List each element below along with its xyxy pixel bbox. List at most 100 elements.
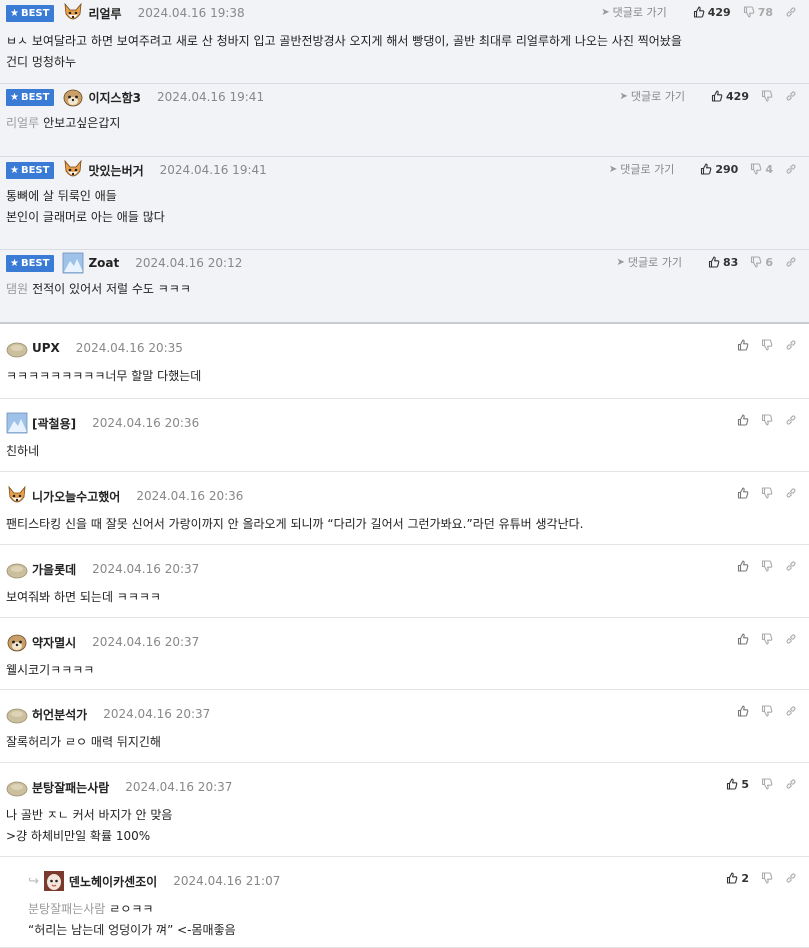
share-link-button[interactable] [785,872,797,884]
comment-meta: 약자멸시 2024.04.16 20:37 [6,631,199,653]
share-link-button[interactable] [785,560,797,572]
nickname[interactable]: 리얼루 [88,5,121,22]
nickname[interactable]: 덴노헤이카센조이 [69,873,157,890]
comment: 분탕잘패는사람 2024.04.16 20:37 5 나 골반 ㅈㄴ 커서 바지가 안… [0,763,809,857]
comment-meta: 허언분석가 2024.04.16 20:37 [6,703,210,725]
comment-text: 나 골반 ㅈㄴ 커서 바지가 안 맞음 [6,808,173,822]
comment-actions: ➤ 댓글로 가기 429 78 [601,3,797,21]
best-badge: ★ BEST [6,161,55,179]
avatar[interactable] [6,485,28,507]
comment-meta: [곽철용] 2024.04.16 20:36 [6,412,199,434]
avatar[interactable] [6,412,28,434]
downvote-button[interactable] [761,560,773,572]
avatar[interactable] [6,776,28,798]
upvote-button[interactable]: 83 [708,256,738,269]
goto-label: 댓글로 가기 [612,6,667,19]
best-comment: ★ BEST 이지스함3 2024.04.16 19:41 ➤ 댓글로 가기 429 리얼루 안… [0,84,809,157]
send-arrow-icon: ➤ [601,6,610,18]
downvote-button[interactable] [761,705,773,717]
goto-comment-link[interactable]: ➤ 댓글로 가기 [617,254,683,270]
nickname[interactable]: 이지스함3 [88,89,141,106]
nickname[interactable]: 약자멸시 [32,634,76,651]
comment-body: 웰시코기ㅋㅋㅋㅋ [6,660,799,681]
goto-comment-link[interactable]: ➤ 댓글로 가기 [601,4,667,20]
avatar[interactable] [6,337,28,359]
star-icon: ★ [10,7,19,19]
link-icon [785,633,797,645]
upvote-button[interactable] [737,705,749,717]
best-badge: ★ BEST [6,254,55,272]
upvote-button[interactable]: 429 [711,90,749,103]
downvote-button[interactable] [761,633,773,645]
upvote-button[interactable] [737,414,749,426]
downvote-button[interactable]: 78 [743,6,773,19]
reply-target[interactable]: 분탕잘패는사람 [28,902,105,916]
upvote-button[interactable]: 2 [726,872,749,885]
comment-text: 잘록허리가 ㄹㅇ 매력 뒤지긴해 [6,735,161,749]
nickname[interactable]: 가을롯데 [32,561,76,578]
comment-line: 분탕잘패는사람 ㄹㅇㅋㅋ [28,899,799,920]
comment: 약자멸시 2024.04.16 20:37 웰시코기ㅋㅋㅋㅋ [0,618,809,690]
share-link-button[interactable] [785,705,797,717]
avatar[interactable] [62,2,84,24]
share-link-button[interactable] [785,487,797,499]
downvote-button[interactable]: 6 [750,256,773,269]
reply-target[interactable]: 댐원 [6,282,28,296]
share-link-button[interactable] [785,6,797,18]
reply-target[interactable]: 리얼루 [6,116,39,130]
comment-text: >걍 하체비만일 확률 100% [6,829,151,843]
link-icon [785,560,797,572]
nickname[interactable]: [곽철용] [32,415,76,432]
downvote-button[interactable] [761,90,773,102]
comment-actions: 5 [714,775,797,793]
comment-body: 친하네 [6,441,799,462]
avatar[interactable] [43,870,65,892]
downvote-button[interactable] [761,487,773,499]
thumbs-down-icon [761,705,773,717]
downvote-button[interactable] [761,872,773,884]
downvote-button[interactable] [761,778,773,790]
goto-comment-link[interactable]: ➤ 댓글로 가기 [609,161,675,177]
share-link-button[interactable] [785,90,797,102]
best-badge: ★ BEST [6,4,55,22]
downvote-button[interactable] [761,414,773,426]
send-arrow-icon: ➤ [619,90,628,102]
share-link-button[interactable] [785,256,797,268]
avatar[interactable] [6,631,28,653]
link-icon [785,778,797,790]
avatar[interactable] [6,703,28,725]
avatar[interactable] [62,159,84,181]
nickname[interactable]: 니가오늘수고했어 [32,488,120,505]
comment-actions [725,557,797,575]
comment-meta: ★ BEST 리얼루 2024.04.16 19:38 [6,2,245,24]
thumbs-up-icon [693,6,705,18]
goto-comment-link[interactable]: ➤ 댓글로 가기 [620,88,686,104]
upvote-button[interactable] [737,487,749,499]
nickname[interactable]: 분탕잘패는사람 [32,779,109,796]
nickname[interactable]: UPX [32,341,60,355]
upvote-button[interactable] [737,633,749,645]
avatar[interactable] [62,86,84,108]
avatar[interactable] [6,558,28,580]
share-link-button[interactable] [785,339,797,351]
share-link-button[interactable] [785,633,797,645]
upvote-button[interactable]: 429 [693,6,731,19]
share-link-button[interactable] [785,163,797,175]
downvote-button[interactable] [761,339,773,351]
upvote-button[interactable] [737,339,749,351]
comment-actions: ➤ 댓글로 가기 290 4 [609,160,797,178]
share-link-button[interactable] [785,414,797,426]
avatar[interactable] [62,252,84,274]
share-link-button[interactable] [785,778,797,790]
comment-meta: 니가오늘수고했어 2024.04.16 20:36 [6,485,243,507]
nickname[interactable]: 맛있는버거 [88,162,143,179]
comment-date: 2024.04.16 20:37 [92,562,200,576]
comment-line: ㅋㅋㅋㅋㅋㅋㅋㅋㅋ너무 할말 다했는데 [6,366,799,387]
upvote-button[interactable]: 5 [726,778,749,791]
nickname[interactable]: Zoat [88,256,119,270]
downvote-button[interactable]: 4 [750,163,773,176]
upvote-button[interactable]: 290 [700,163,738,176]
nickname[interactable]: 허언분석가 [32,706,87,723]
upvote-button[interactable] [737,560,749,572]
comment-date: 2024.04.16 20:35 [75,341,183,355]
